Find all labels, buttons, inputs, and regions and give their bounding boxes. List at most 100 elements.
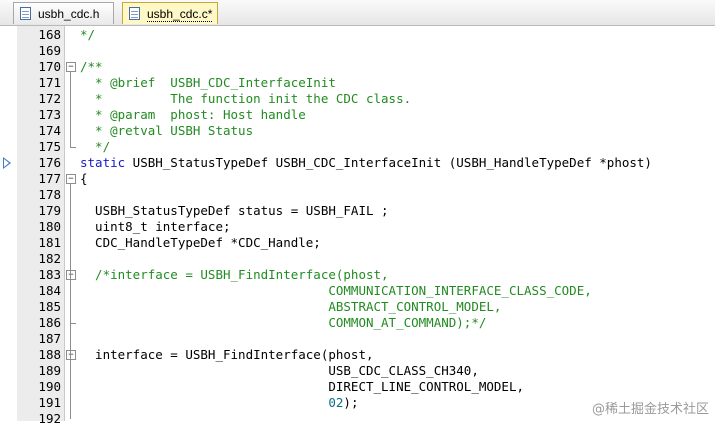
code-line[interactable]: 190 DIRECT_LINE_CONTROL_MODEL, xyxy=(0,379,715,395)
code-token: interface = USBH_FindInterface(phost, xyxy=(80,347,374,362)
line-number: 182 xyxy=(38,251,61,266)
code-token: ); xyxy=(343,395,359,410)
code-token: USBH_StatusTypeDef status = USBH_FAIL ; xyxy=(80,203,389,218)
line-number: 184 xyxy=(38,283,61,298)
code-text: uint8_t interface; xyxy=(80,219,230,235)
line-number: 183 xyxy=(38,267,61,282)
line-number: 186 xyxy=(38,315,61,330)
line-number: 168 xyxy=(38,27,61,42)
line-number: 181 xyxy=(38,235,61,250)
code-text: { xyxy=(80,171,88,187)
code-line[interactable]: 178 xyxy=(0,187,715,203)
code-token: static xyxy=(80,155,126,170)
line-number: 174 xyxy=(38,123,61,138)
code-text: static USBH_StatusTypeDef USBH_CDC_Inter… xyxy=(80,155,652,171)
code-line[interactable]: 177−{ xyxy=(0,171,715,187)
code-text: * @brief USBH_CDC_InterfaceInit xyxy=(80,75,336,91)
line-number: 180 xyxy=(38,219,61,234)
line-number: 178 xyxy=(38,187,61,202)
code-line[interactable]: 180 uint8_t interface; xyxy=(0,219,715,235)
code-line[interactable]: 175 */ xyxy=(0,139,715,155)
line-number: 192 xyxy=(38,411,61,426)
code-text: ABSTRACT_CONTROL_MODEL, xyxy=(80,299,501,315)
line-number: 185 xyxy=(38,299,61,314)
code-text: COMMUNICATION_INTERFACE_CLASS_CODE, xyxy=(80,283,592,299)
line-number: 177 xyxy=(38,171,61,186)
code-line[interactable]: 184 COMMUNICATION_INTERFACE_CLASS_CODE, xyxy=(0,283,715,299)
fold-toggle-icon[interactable]: − xyxy=(66,174,76,184)
code-text: USBH_StatusTypeDef status = USBH_FAIL ; xyxy=(80,203,389,219)
code-text: DIRECT_LINE_CONTROL_MODEL, xyxy=(80,379,524,395)
code-token: 02 xyxy=(328,395,344,410)
code-line[interactable]: 182 xyxy=(0,251,715,267)
code-line[interactable]: 172 * The function init the CDC class. xyxy=(0,91,715,107)
code-line[interactable]: 188− interface = USBH_FindInterface(phos… xyxy=(0,347,715,363)
line-number: 175 xyxy=(38,139,61,154)
line-number: 188 xyxy=(38,347,61,362)
file-icon xyxy=(20,7,31,20)
tab-usbh-cdc-h[interactable]: usbh_cdc.h xyxy=(13,2,114,24)
line-number: 179 xyxy=(38,203,61,218)
code-token: */ xyxy=(80,139,111,154)
code-token: COMMUNICATION_INTERFACE_CLASS_CODE, xyxy=(80,283,592,298)
fold-toggle-icon[interactable]: − xyxy=(66,350,76,360)
code-line[interactable]: 181 CDC_HandleTypeDef *CDC_Handle; xyxy=(0,235,715,251)
fold-guide xyxy=(70,280,71,323)
code-line[interactable]: 187 xyxy=(0,331,715,347)
code-text: COMMON_AT_COMMAND);*/ xyxy=(80,315,486,331)
file-icon xyxy=(129,7,140,20)
code-token: ABSTRACT_CONTROL_MODEL, xyxy=(80,299,502,314)
code-token: * @brief USBH_CDC_InterfaceInit xyxy=(80,75,336,90)
line-number: 171 xyxy=(38,75,61,90)
fold-toggle-icon[interactable]: − xyxy=(66,270,76,280)
code-line[interactable]: 173 * @param phost: Host handle xyxy=(0,107,715,123)
code-token: { xyxy=(80,171,88,186)
fold-guide xyxy=(70,360,71,403)
fold-toggle-icon[interactable]: − xyxy=(66,62,76,72)
code-text: /** xyxy=(80,59,103,75)
code-token: * @retval USBH Status xyxy=(80,123,254,138)
code-line[interactable]: 189 USB_CDC_CLASS_CH340, xyxy=(0,363,715,379)
code-line[interactable]: 168 */ xyxy=(0,27,715,43)
code-editor[interactable]: 168 */169 170−/** 171 * @brief USBH_CDC_Int… xyxy=(0,26,715,426)
code-token: CDC_HandleTypeDef *CDC_Handle; xyxy=(80,235,321,250)
code-text: 02); xyxy=(80,395,358,411)
code-token: USBH_StatusTypeDef USBH_CDC_InterfaceIni… xyxy=(125,155,652,170)
fold-guide-end xyxy=(70,147,76,148)
code-text: interface = USBH_FindInterface(phost, xyxy=(80,347,374,363)
fold-guide-end xyxy=(70,323,76,324)
code-line[interactable]: 185 ABSTRACT_CONTROL_MODEL, xyxy=(0,299,715,315)
line-number: 173 xyxy=(38,107,61,122)
tab-label: usbh_cdc.h xyxy=(38,7,100,21)
fold-guide xyxy=(70,72,71,147)
line-number: 169 xyxy=(38,43,61,58)
tab-bar: usbh_cdc.h usbh_cdc.c* xyxy=(0,0,715,26)
code-text: USB_CDC_CLASS_CH340, xyxy=(80,363,479,379)
code-text: * The function init the CDC class. xyxy=(80,91,411,107)
code-line[interactable]: 170−/** xyxy=(0,59,715,75)
line-number: 189 xyxy=(38,363,61,378)
code-text: * @param phost: Host handle xyxy=(80,107,306,123)
line-number: 176 xyxy=(38,155,61,170)
tab-usbh-cdc-c[interactable]: usbh_cdc.c* xyxy=(122,2,218,24)
current-line-marker-icon xyxy=(3,157,11,169)
code-line[interactable]: 186 COMMON_AT_COMMAND);*/ xyxy=(0,315,715,331)
code-token: DIRECT_LINE_CONTROL_MODEL, xyxy=(80,379,525,394)
code-line[interactable]: 171 * @brief USBH_CDC_InterfaceInit xyxy=(0,75,715,91)
code-line[interactable]: 174 * @retval USBH Status xyxy=(0,123,715,139)
line-number: 170 xyxy=(38,59,61,74)
code-token: */ xyxy=(80,27,96,42)
code-line[interactable]: 169 xyxy=(0,43,715,59)
code-token: * @param phost: Host handle xyxy=(80,107,306,122)
code-token: /*interface = USBH_FindInterface(phost, xyxy=(80,267,389,282)
code-text: /*interface = USBH_FindInterface(phost, xyxy=(80,267,389,283)
code-line[interactable]: 179 USBH_StatusTypeDef status = USBH_FAI… xyxy=(0,203,715,219)
code-token: USB_CDC_CLASS_CH340, xyxy=(80,363,479,378)
code-text: CDC_HandleTypeDef *CDC_Handle; xyxy=(80,235,321,251)
line-number: 190 xyxy=(38,379,61,394)
code-line[interactable]: 183− /*interface = USBH_FindInterface(ph… xyxy=(0,267,715,283)
line-number: 172 xyxy=(38,91,61,106)
code-token: * The function init the CDC class. xyxy=(80,91,412,106)
code-line[interactable]: 176 static USBH_StatusTypeDef USBH_CDC_In… xyxy=(0,155,715,171)
